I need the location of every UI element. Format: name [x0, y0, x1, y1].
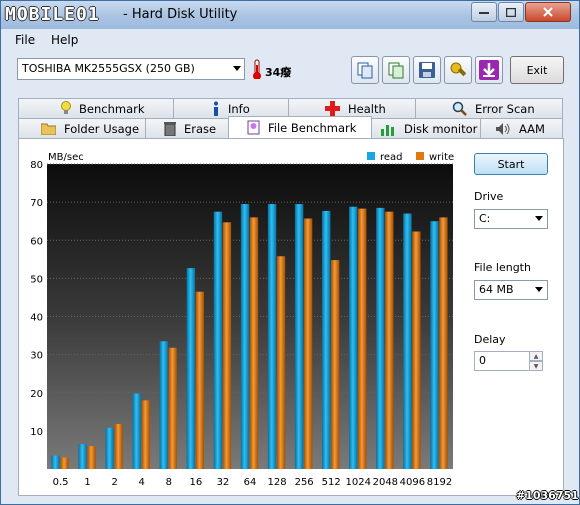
delay-label: Delay [474, 333, 506, 346]
x-tick-label: 32 [217, 477, 230, 488]
bar-write [330, 260, 340, 469]
spin-down-button[interactable]: ▼ [529, 361, 543, 371]
drive-label: Drive [474, 190, 504, 203]
bar-read [376, 207, 385, 469]
bar-write [222, 222, 232, 469]
x-tick-label: 4096 [400, 477, 425, 488]
bar-read [132, 393, 141, 469]
bar-write [114, 424, 123, 469]
bar-write [357, 208, 367, 469]
bar-write [249, 217, 259, 469]
legend-write-label: write [429, 152, 454, 163]
bar-write [141, 400, 150, 469]
bar-write [60, 457, 69, 469]
bar-read [321, 210, 331, 470]
benchmark-chart: MB/sec read write 10 20 30 40 50 6070800.5 1 … [30, 152, 454, 488]
y-tick-label: 30 [30, 351, 43, 362]
x-tick-label: 2 [111, 477, 117, 488]
x-tick-label: 1024 [346, 477, 371, 488]
y-tick-label: 50 [30, 274, 43, 285]
x-tick-label: 64 [244, 477, 257, 488]
bar-read [403, 213, 412, 469]
bar-write [276, 256, 286, 469]
x-tick-label: 1 [84, 477, 90, 488]
x-tick-label: 8192 [427, 477, 452, 488]
delay-spinner: ▲ ▼ [529, 351, 543, 371]
bar-read [294, 204, 304, 469]
bar-read [105, 427, 114, 469]
start-button-label: Start [497, 157, 525, 171]
y-tick-label: 20 [30, 389, 43, 400]
chevron-down-icon [535, 287, 543, 292]
y-tick-label: 60 [30, 236, 43, 247]
x-tick-label: 8 [166, 477, 172, 488]
y-tick-label: 70 [30, 198, 43, 209]
spin-up-button[interactable]: ▲ [529, 351, 543, 361]
y-tick-label: 10 [30, 427, 43, 438]
file-length-combo-value: 64 MB [479, 283, 514, 296]
x-tick-label: 512 [322, 477, 341, 488]
bar-read [240, 204, 250, 469]
x-tick-label: 128 [268, 477, 287, 488]
legend-read-label: read [380, 152, 403, 163]
bar-read [213, 211, 223, 469]
bar-write [303, 218, 313, 469]
bar-write [385, 211, 394, 469]
bar-read [349, 206, 358, 469]
drive-combo-value: C: [479, 212, 491, 225]
bar-read [51, 455, 60, 469]
file-length-combo[interactable]: 64 MB [474, 280, 548, 300]
bar-write [87, 446, 96, 469]
legend-write-swatch [416, 152, 424, 160]
start-button[interactable]: Start [474, 153, 548, 175]
bar-write [168, 347, 177, 469]
bar-write [439, 217, 448, 469]
delay-input[interactable]: 0 [474, 351, 530, 371]
y-tick-label: 40 [30, 313, 43, 324]
x-tick-label: 0.5 [53, 477, 69, 488]
bar-read [159, 341, 169, 469]
bar-read [267, 204, 277, 469]
file-length-label: File length [474, 261, 531, 274]
y-tick-label: 80 [30, 160, 43, 171]
y-axis-label: MB/sec [48, 152, 84, 163]
x-tick-label: 4 [139, 477, 145, 488]
delay-input-value: 0 [479, 354, 486, 367]
bar-read [78, 444, 87, 469]
bar-read [186, 268, 196, 469]
x-tick-label: 256 [295, 477, 314, 488]
bar-read [430, 221, 439, 469]
x-tick-label: 2048 [373, 477, 398, 488]
legend-read-swatch [367, 152, 375, 160]
bar-write [412, 231, 421, 469]
x-tick-label: 16 [189, 477, 202, 488]
drive-combo[interactable]: C: [474, 209, 548, 229]
chevron-down-icon [535, 216, 543, 221]
app-window: MOBILE01 - Hard Disk Utility File Help T… [0, 0, 580, 505]
bar-write [195, 291, 205, 469]
watermark: #1036751 [516, 489, 579, 502]
